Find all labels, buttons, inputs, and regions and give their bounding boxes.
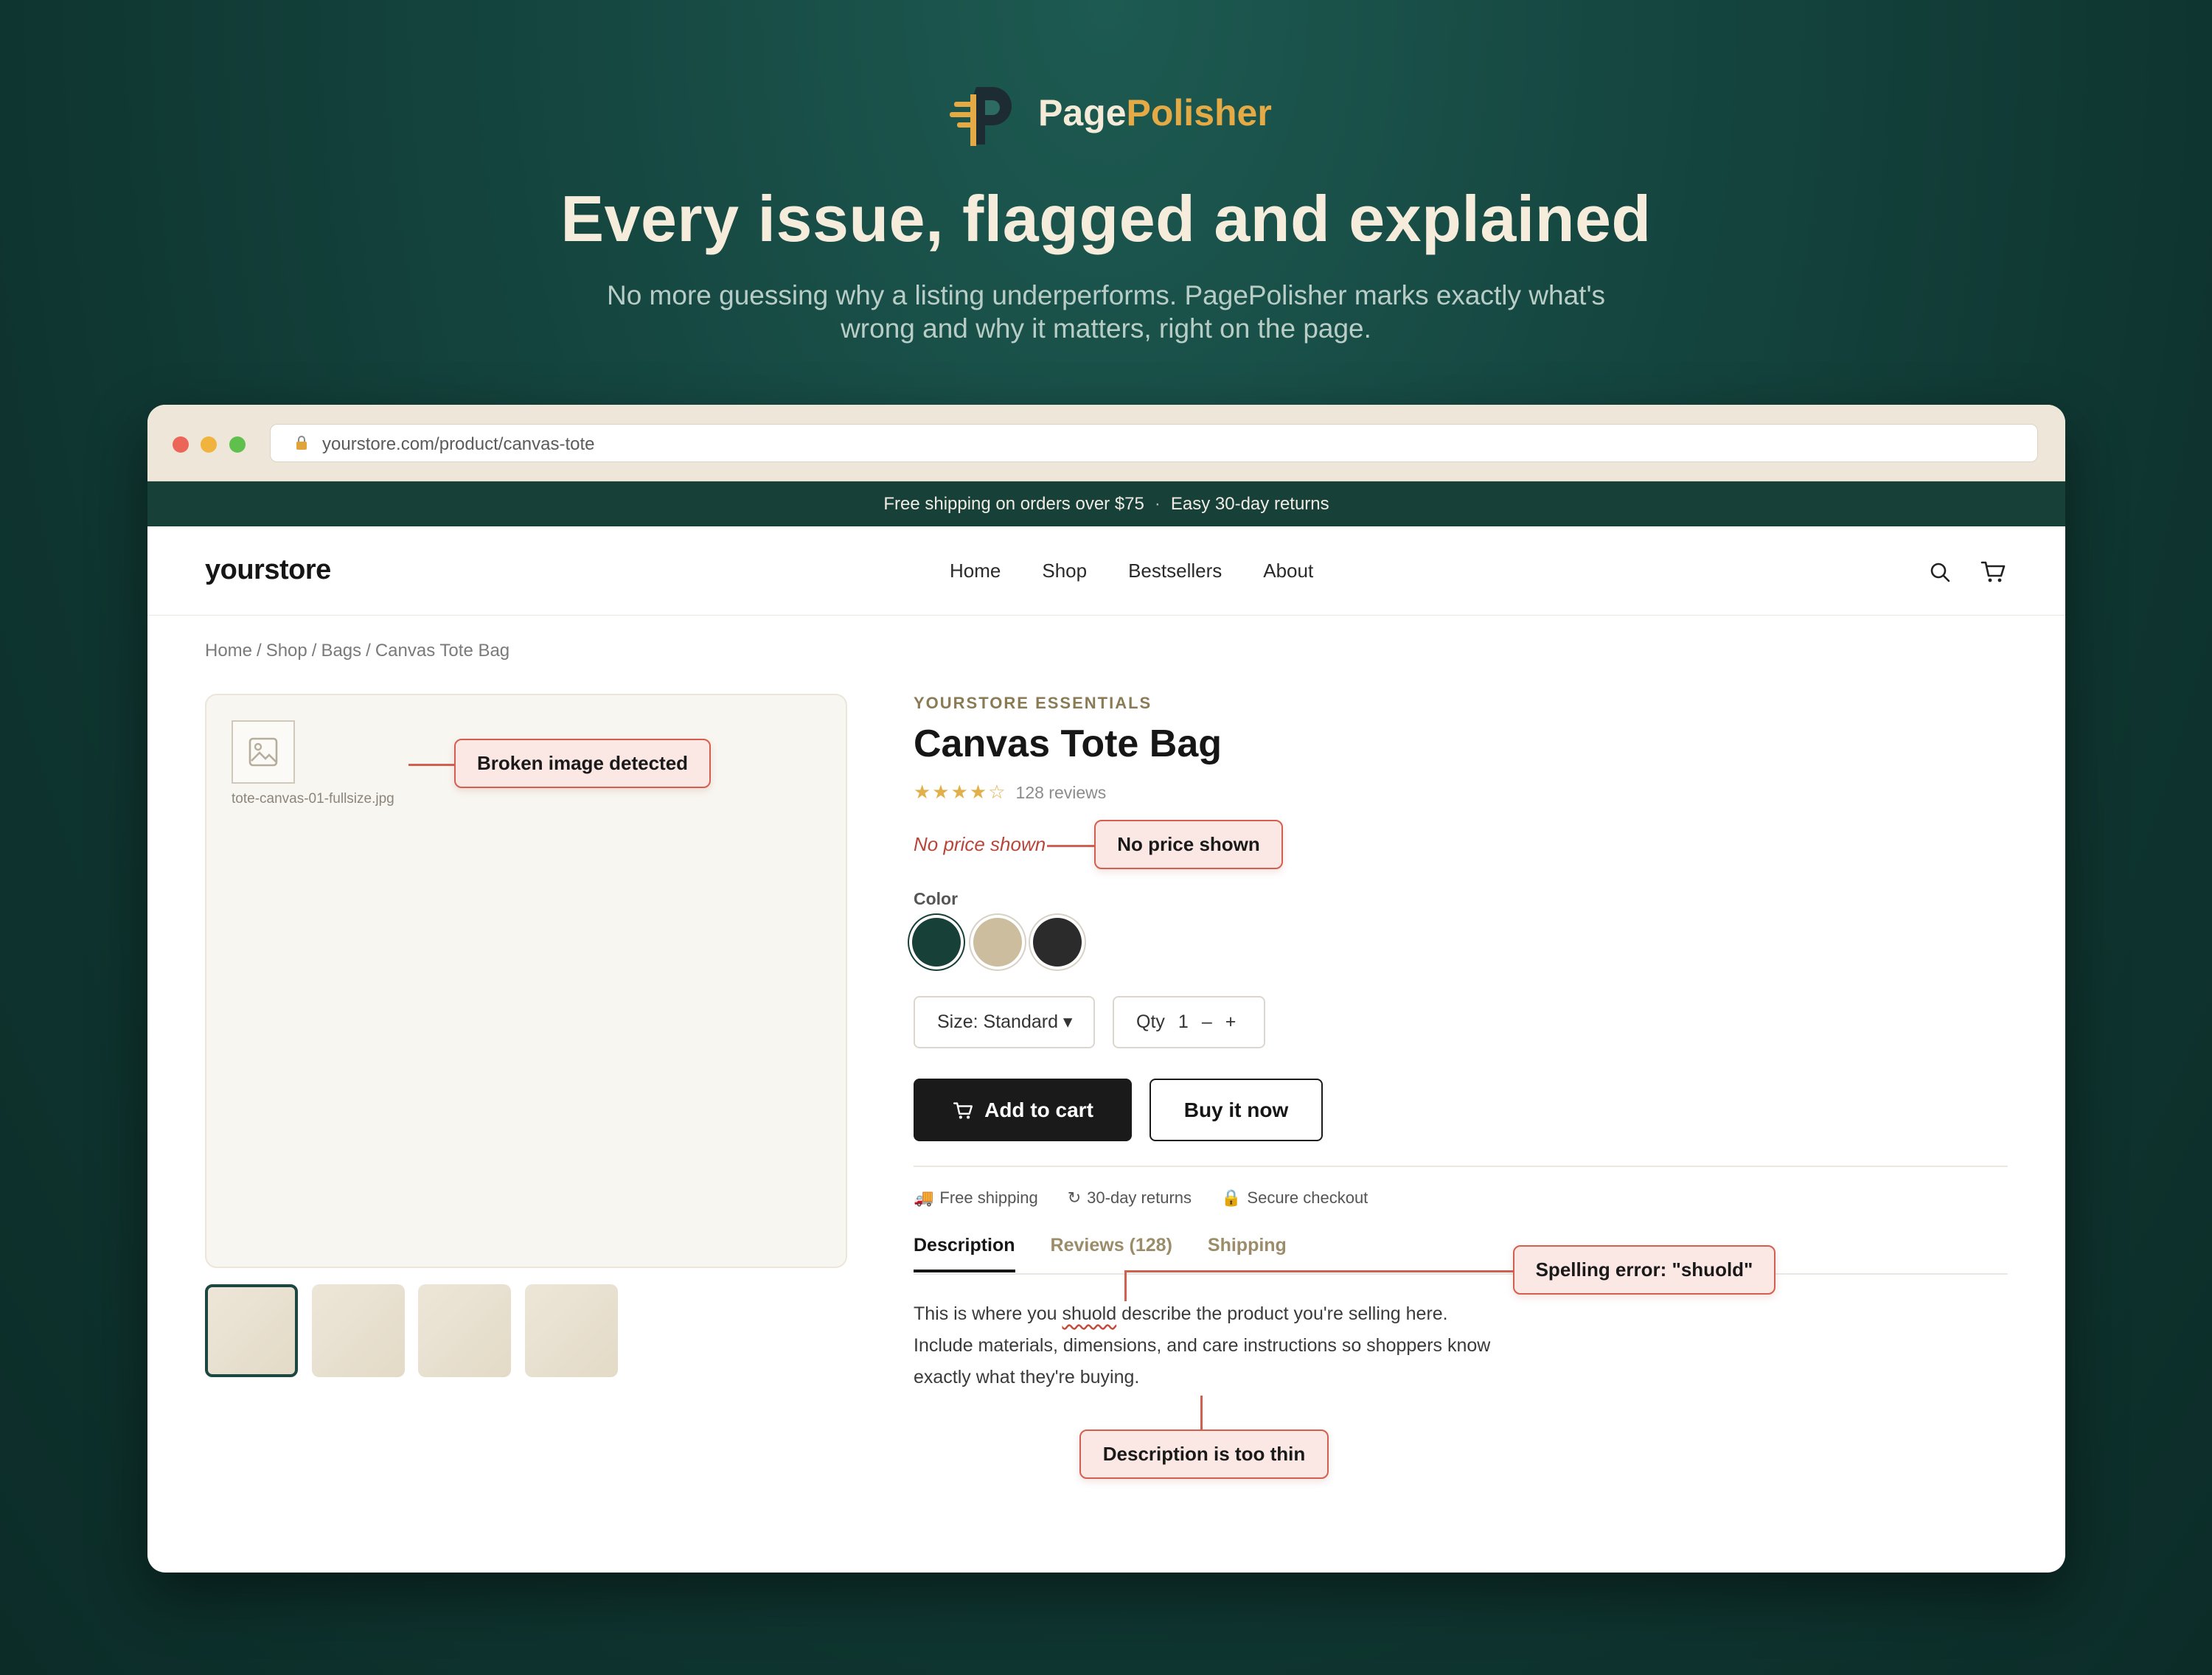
color-swatch-green[interactable] [912, 918, 961, 967]
nav-links: Home Shop Bestsellers About [950, 560, 1313, 582]
hero-headline: Every issue, flagged and explained [560, 182, 1652, 255]
pagepolisher-logo-icon [950, 87, 1012, 146]
store-navbar: yourstore Home Shop Bestsellers About [147, 526, 2065, 616]
qty-increment-button[interactable]: + [1225, 1011, 1237, 1032]
tabs-divider [914, 1273, 2008, 1275]
nav-about[interactable]: About [1263, 560, 1313, 582]
url-text: yourstore.com/product/canvas-tote [322, 434, 595, 454]
color-label: Color [914, 889, 959, 908]
star-rating-icon: ★★★★☆ [914, 781, 1007, 803]
broken-image-icon [232, 720, 295, 784]
thumbnail-3[interactable] [418, 1284, 511, 1377]
breadcrumb: Home / Shop / Bags / Canvas Tote Bag [205, 641, 509, 661]
perk-free-shipping: 🚚 Free shipping [914, 1188, 1038, 1208]
cart-icon[interactable] [1979, 557, 2007, 585]
callout-connector [1200, 1396, 1203, 1432]
nav-home[interactable]: Home [950, 560, 1001, 582]
thumbnail-4[interactable] [525, 1284, 618, 1377]
product-tabs: Description Reviews (128) Shipping [914, 1235, 1287, 1272]
tab-reviews[interactable]: Reviews (128) [1051, 1235, 1172, 1272]
announcement-shipping: Free shipping on orders over $75 [883, 494, 1144, 514]
minimize-window-button[interactable] [201, 436, 217, 453]
quantity-stepper[interactable]: Qty 1– + [1113, 996, 1265, 1048]
hero-subhead: No more guessing why a listing underperf… [606, 280, 1606, 344]
broken-image-filename: tote-canvas-01-fullsize.jpg [232, 791, 394, 807]
product-title: Canvas Tote Bag [914, 722, 1222, 765]
callout-connector [1124, 1270, 1513, 1272]
misspelled-word: shuold [1062, 1303, 1117, 1324]
qty-label: Qty [1136, 1011, 1165, 1032]
brand-name-part1: Page [1038, 92, 1127, 133]
size-select[interactable]: Size: Standard ▾ [914, 996, 1095, 1048]
breadcrumb-separator: / [366, 641, 371, 661]
browser-window: yourstore.com/product/canvas-tote Free s… [147, 405, 2065, 1573]
tab-shipping[interactable]: Shipping [1208, 1235, 1287, 1272]
breadcrumb-home[interactable]: Home [205, 641, 252, 661]
search-icon[interactable] [1927, 560, 1952, 585]
callout-broken-image: Broken image detected [454, 739, 711, 788]
announcement-returns: Easy 30-day returns [1170, 494, 1329, 514]
product-brand: YOURSTORE ESSENTIALS [914, 694, 1152, 712]
callout-connector [1047, 845, 1094, 847]
callout-connector [408, 764, 454, 766]
color-swatch-beige[interactable] [973, 918, 1022, 967]
product-rating[interactable]: ★★★★☆ 128 reviews [914, 781, 1106, 804]
breadcrumb-separator: / [257, 641, 262, 661]
store-logo[interactable]: yourstore [205, 554, 331, 586]
lock-icon: 🔒 [1221, 1188, 1242, 1207]
buy-it-now-button[interactable]: Buy it now [1150, 1079, 1323, 1141]
perk-label: Free shipping [939, 1188, 1038, 1207]
breadcrumb-current: Canvas Tote Bag [375, 641, 510, 661]
add-to-cart-label: Add to cart [984, 1098, 1093, 1121]
callout-no-price: No price shown [1094, 820, 1283, 869]
add-to-cart-button[interactable]: Add to cart [914, 1079, 1132, 1141]
image-placeholder-icon [248, 737, 278, 767]
description-text-start: This is where you [914, 1303, 1062, 1324]
close-window-button[interactable] [173, 436, 189, 453]
callout-thin-description: Description is too thin [1079, 1430, 1329, 1479]
callout-spelling: Spelling error: "shuold" [1513, 1245, 1775, 1295]
truck-icon: 🚚 [914, 1188, 934, 1207]
thumbnail-1[interactable] [205, 1284, 298, 1377]
browser-chrome: yourstore.com/product/canvas-tote [147, 405, 2065, 481]
perk-secure-checkout: 🔒 Secure checkout [1221, 1188, 1368, 1208]
price-placeholder: No price shown [914, 833, 1046, 855]
announcement-separator: · [1154, 494, 1161, 514]
callout-connector [1124, 1270, 1127, 1301]
perks-row: 🚚 Free shipping ↻ 30-day returns 🔒 Secure c… [914, 1188, 1368, 1208]
perk-label: Secure checkout [1247, 1188, 1368, 1207]
nav-shop[interactable]: Shop [1042, 560, 1087, 582]
perk-label: 30-day returns [1087, 1188, 1192, 1207]
product-description: This is where you shuold describe the pr… [914, 1298, 1496, 1393]
perk-returns: ↻ 30-day returns [1068, 1188, 1192, 1208]
review-count[interactable]: 128 reviews [1016, 783, 1107, 802]
breadcrumb-bags[interactable]: Bags [321, 641, 361, 661]
color-swatch-black[interactable] [1033, 918, 1082, 967]
lock-icon [296, 436, 307, 450]
maximize-window-button[interactable] [229, 436, 246, 453]
refresh-icon: ↻ [1067, 1188, 1082, 1207]
tab-description[interactable]: Description [914, 1235, 1015, 1272]
breadcrumb-separator: / [311, 641, 317, 661]
announcement-bar: Free shipping on orders over $75 · Easy 30… [147, 481, 2065, 526]
address-bar[interactable]: yourstore.com/product/canvas-tote [270, 424, 2038, 462]
cart-icon [953, 1101, 973, 1119]
thumbnail-2[interactable] [312, 1284, 405, 1377]
qty-value[interactable]: 1 [1178, 1011, 1189, 1032]
brand-name-part2: Polisher [1126, 92, 1272, 133]
breadcrumb-shop[interactable]: Shop [266, 641, 307, 661]
divider [914, 1166, 2008, 1167]
brand-name: PagePolisher [1038, 91, 1272, 134]
nav-bestsellers[interactable]: Bestsellers [1128, 560, 1222, 582]
qty-decrement-button[interactable]: – [1202, 1011, 1212, 1032]
